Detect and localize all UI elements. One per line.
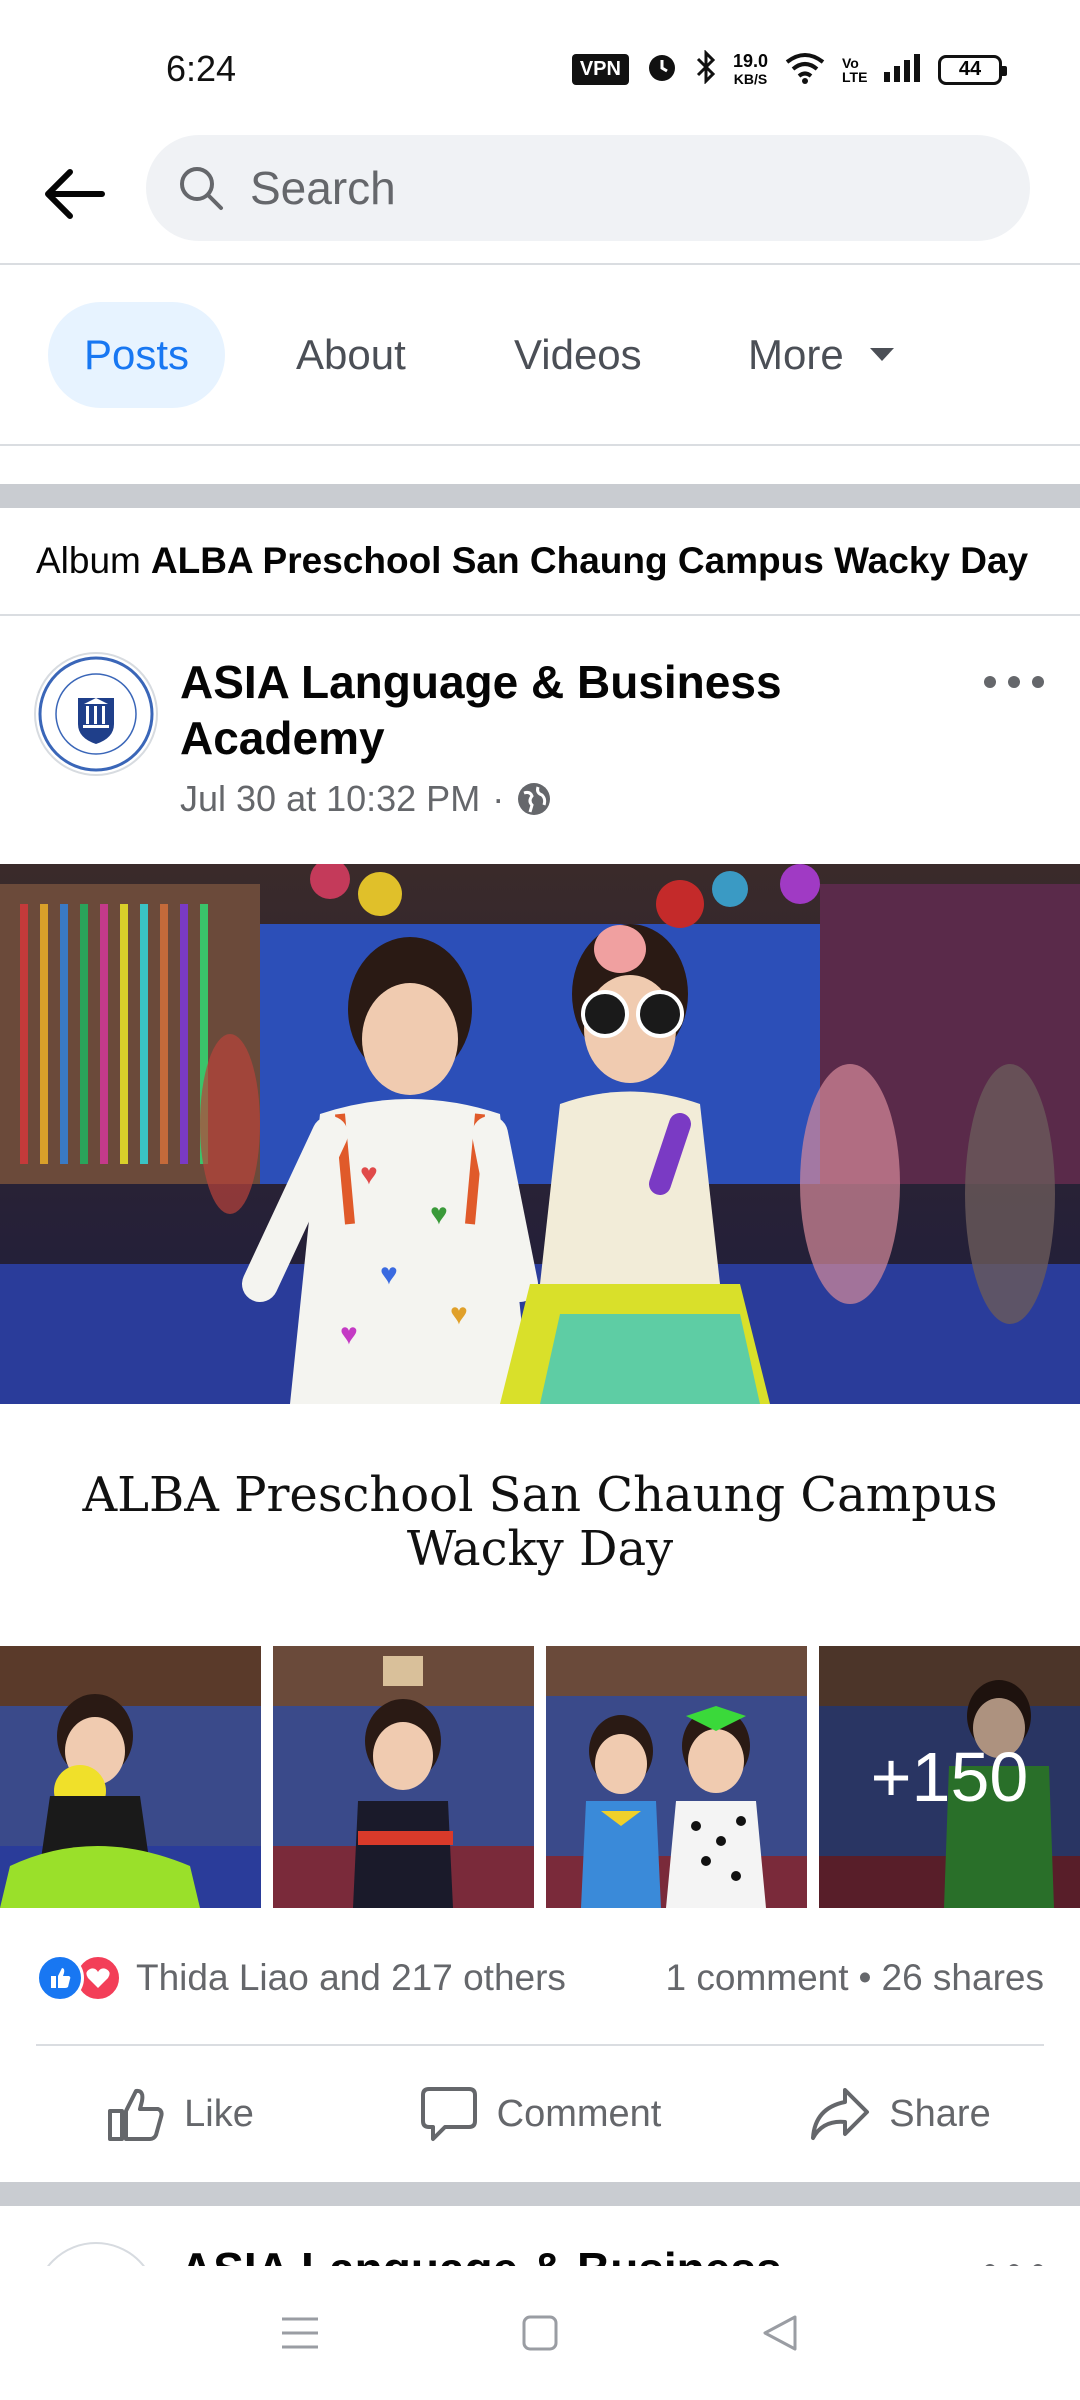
next-post-options-button[interactable] xyxy=(984,2250,1044,2266)
svg-text:♥: ♥ xyxy=(360,1158,378,1191)
share-count[interactable]: 26 shares xyxy=(882,1957,1045,1999)
meta-separator: · xyxy=(492,778,505,819)
post-options-button[interactable] xyxy=(984,662,1044,702)
comment-count[interactable]: 1 comment xyxy=(666,1957,849,1999)
next-post-header: ASIA Language & Business xyxy=(0,2206,1080,2266)
album-prefix: Album xyxy=(36,540,141,581)
menu-icon xyxy=(282,2317,318,2349)
back-triangle-icon xyxy=(763,2315,797,2351)
globe-icon xyxy=(518,783,551,815)
caret-down-icon xyxy=(869,348,894,361)
reaction-icons[interactable] xyxy=(36,1954,122,2002)
volte-icon: Vo LTE xyxy=(842,54,868,85)
tab-videos[interactable]: Videos xyxy=(478,302,678,408)
like-reaction-icon xyxy=(36,1954,84,2002)
battery-icon: 44 xyxy=(938,54,1007,85)
tab-posts[interactable]: Posts xyxy=(48,302,226,408)
home-button[interactable] xyxy=(510,2303,570,2363)
post-timestamp[interactable]: Jul 30 at 10:32 PM xyxy=(180,778,480,820)
photo-thumbnail[interactable] xyxy=(273,1646,534,1908)
status-time: 6:24 xyxy=(166,48,237,89)
search-header xyxy=(0,130,1080,265)
system-nav-bar xyxy=(0,2266,1080,2400)
svg-text:♥: ♥ xyxy=(340,1318,358,1351)
album-title[interactable]: ALBA Preschool San Chaung Campus Wacky D… xyxy=(40,1468,1040,1576)
comment-icon xyxy=(420,2087,477,2141)
tab-more[interactable]: More xyxy=(712,302,932,408)
reactions-text[interactable]: Thida Liao and 217 others xyxy=(136,1957,566,1999)
party-photo: ♥ ♥ ♥ ♥ ♥ xyxy=(0,864,1080,1404)
system-back-button[interactable] xyxy=(750,2303,810,2363)
like-button[interactable]: Like xyxy=(0,2046,360,2182)
post-header: ASIA Language & Business Academy Jul 30 … xyxy=(0,618,1080,864)
more-photos-count: +150 xyxy=(819,1646,1080,1908)
post-main-photo[interactable]: ♥ ♥ ♥ ♥ ♥ xyxy=(0,864,1080,1404)
back-button[interactable] xyxy=(34,154,114,234)
wifi-icon xyxy=(784,50,826,89)
counts-dot: • xyxy=(858,1957,872,1998)
network-speed: 19.0 KB/S xyxy=(732,50,768,87)
next-page-avatar[interactable] xyxy=(34,2242,158,2266)
page-avatar[interactable] xyxy=(34,652,158,776)
post-meta: Jul 30 at 10:32 PM · xyxy=(180,778,552,820)
signal-icon xyxy=(882,52,922,87)
svg-text:♥: ♥ xyxy=(430,1198,448,1231)
page-tabs: Posts About Videos More xyxy=(0,266,1080,446)
share-icon xyxy=(811,2088,870,2140)
academy-logo xyxy=(38,656,154,772)
tab-about[interactable]: About xyxy=(260,302,442,408)
photo-thumbnail-more[interactable]: +150 xyxy=(819,1646,1080,1908)
search-bar[interactable] xyxy=(146,135,1030,241)
vpn-badge: VPN xyxy=(571,54,629,85)
status-bar: 6:24 VPN 19.0 KB/S Vo LTE 44 xyxy=(0,0,1080,130)
search-input[interactable] xyxy=(250,161,950,215)
like-label: Like xyxy=(184,2092,254,2135)
album-line[interactable]: Album ALBA Preschool San Chaung Campus W… xyxy=(0,508,1080,616)
status-icons: VPN 19.0 KB/S Vo LTE 44 xyxy=(571,49,1007,89)
photo-thumbnail[interactable] xyxy=(546,1646,807,1908)
home-square-icon xyxy=(522,2315,558,2351)
section-divider xyxy=(0,484,1080,508)
search-icon xyxy=(180,167,223,210)
svg-text:♥: ♥ xyxy=(380,1258,398,1291)
comment-button[interactable]: Comment xyxy=(360,2046,720,2182)
alarm-icon xyxy=(645,50,679,89)
photo-thumbnails: +150 xyxy=(0,1646,1080,1908)
page-name[interactable]: ASIA Language & Business Academy xyxy=(180,654,820,766)
reactions-summary: Thida Liao and 217 others 1 comment • 26… xyxy=(36,1948,1044,2008)
comment-label: Comment xyxy=(496,2092,662,2135)
engagement-counts: 1 comment • 26 shares xyxy=(666,1957,1044,1999)
post-actions: Like Comment Share xyxy=(0,2046,1080,2182)
share-label: Share xyxy=(889,2092,991,2135)
back-arrow-icon xyxy=(45,169,105,219)
bluetooth-icon xyxy=(695,49,717,89)
thumbs-up-icon xyxy=(108,2088,164,2141)
recents-button[interactable] xyxy=(270,2303,330,2363)
share-button[interactable]: Share xyxy=(720,2046,1080,2182)
album-name[interactable]: ALBA Preschool San Chaung Campus Wacky D… xyxy=(151,540,1028,582)
svg-text:♥: ♥ xyxy=(450,1298,468,1331)
section-divider xyxy=(0,2182,1080,2206)
next-page-name[interactable]: ASIA Language & Business xyxy=(180,2242,782,2266)
tab-more-label: More xyxy=(748,331,844,378)
photo-thumbnail[interactable] xyxy=(0,1646,261,1908)
